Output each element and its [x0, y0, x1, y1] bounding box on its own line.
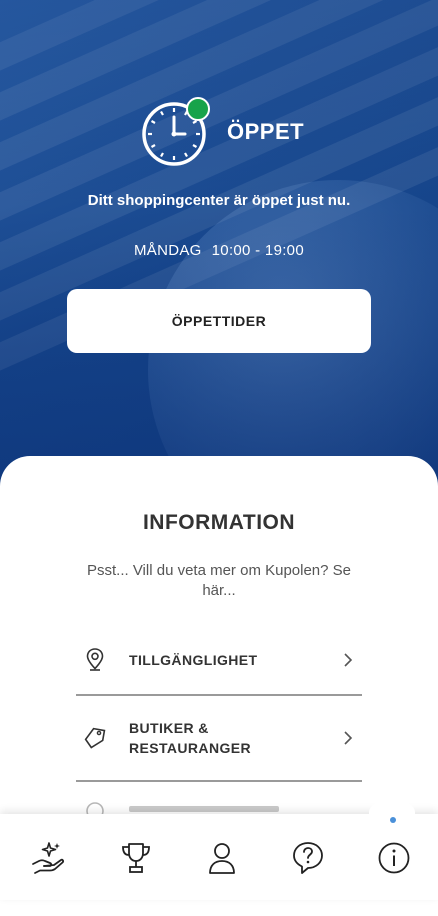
- today-day: MÅNDAG: [134, 242, 202, 259]
- nav-offers[interactable]: [28, 838, 68, 878]
- nav-competitions[interactable]: [116, 838, 156, 878]
- list-item-accessibility[interactable]: TILLGÄNGLIGHET: [76, 640, 362, 680]
- chevron-right-icon: [344, 653, 353, 667]
- list-item-label: TILLGÄNGLIGHET: [129, 652, 258, 668]
- info-icon: [378, 842, 410, 874]
- open-status-message: Ditt shoppingcenter är öppet just nu.: [87, 192, 351, 209]
- divider: [76, 780, 362, 782]
- location-pin-icon: [86, 648, 104, 671]
- opening-hours-button[interactable]: ÖPPETTIDER: [67, 289, 371, 353]
- tag-icon: [84, 727, 106, 749]
- information-subtitle: Psst... Vill du veta mer om Kupolen? Se …: [86, 562, 352, 599]
- today-hours: MÅNDAG 10:00 - 19:00: [0, 242, 438, 259]
- nav-help[interactable]: [288, 838, 328, 878]
- nav-active-indicator: [390, 817, 396, 823]
- divider: [76, 694, 362, 696]
- nav-profile[interactable]: [202, 838, 242, 878]
- list-item-label: BUTIKER & RESTAURANGER: [129, 720, 251, 756]
- question-icon: [293, 842, 323, 874]
- person-icon: [209, 843, 235, 874]
- today-time: 10:00 - 19:00: [211, 242, 304, 259]
- trophy-icon: [122, 843, 150, 873]
- open-status-title: ÖPPET: [227, 119, 305, 144]
- chevron-right-icon: [344, 731, 353, 745]
- information-title: INFORMATION: [142, 511, 296, 534]
- hand-sparkle-icon: [32, 842, 65, 874]
- open-status-indicator: [186, 97, 210, 121]
- hero-background: [0, 0, 438, 520]
- list-item-stores-restaurants[interactable]: BUTIKER & RESTAURANGER: [76, 712, 362, 764]
- nav-info[interactable]: [374, 838, 414, 878]
